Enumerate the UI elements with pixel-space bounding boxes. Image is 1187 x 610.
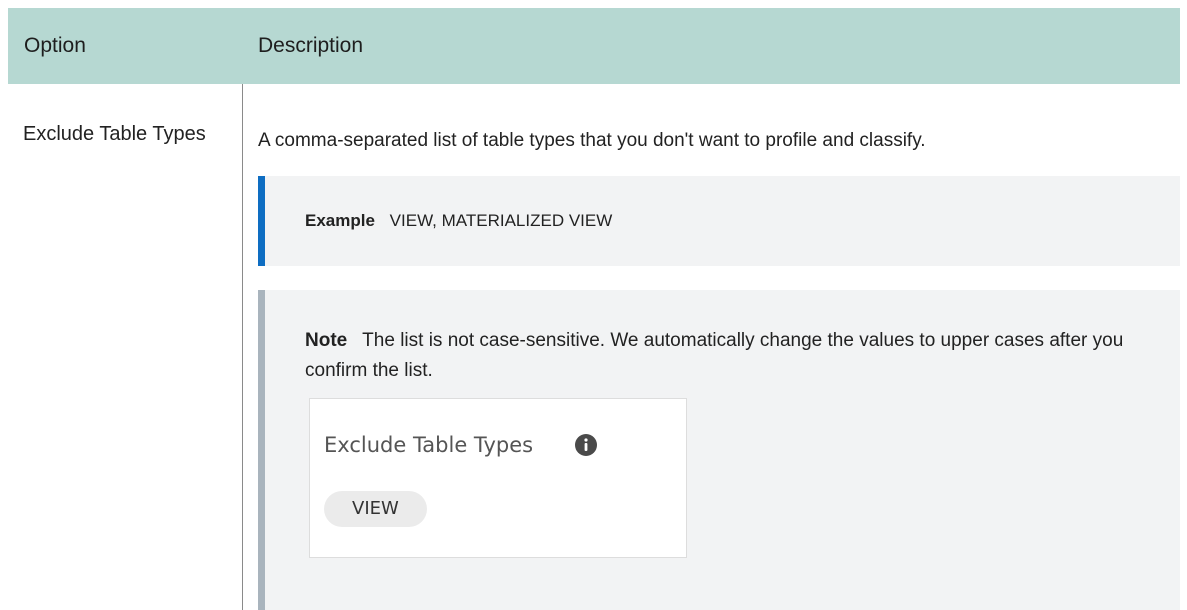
column-header-description: Description	[258, 34, 364, 57]
note-label: Note	[305, 330, 348, 351]
note-line: Note The list is not case-sensitive. We …	[305, 326, 1145, 386]
example-value: VIEW, MATERIALIZED VIEW	[389, 211, 613, 230]
option-name-cell: Exclude Table Types	[23, 123, 206, 145]
example-label: Example	[305, 211, 375, 230]
column-header-option: Option	[24, 34, 86, 57]
options-table: Option Description Exclude Table Types A…	[8, 8, 1180, 610]
info-icon	[575, 434, 597, 456]
field-preview-screenshot: Exclude Table Types VIEW	[309, 398, 687, 558]
example-line: Example VIEW, MATERIALIZED VIEW	[305, 209, 612, 233]
example-callout: Example VIEW, MATERIALIZED VIEW	[258, 176, 1180, 266]
column-divider	[242, 84, 243, 610]
field-preview-label: Exclude Table Types	[324, 433, 534, 457]
option-description-text: A comma-separated list of table types th…	[258, 130, 926, 151]
table-header-row: Option Description	[8, 8, 1180, 84]
table-type-chip: VIEW	[324, 491, 427, 527]
note-text: The list is not case-sensitive. We autom…	[305, 330, 1124, 381]
note-callout: Note The list is not case-sensitive. We …	[258, 290, 1180, 610]
